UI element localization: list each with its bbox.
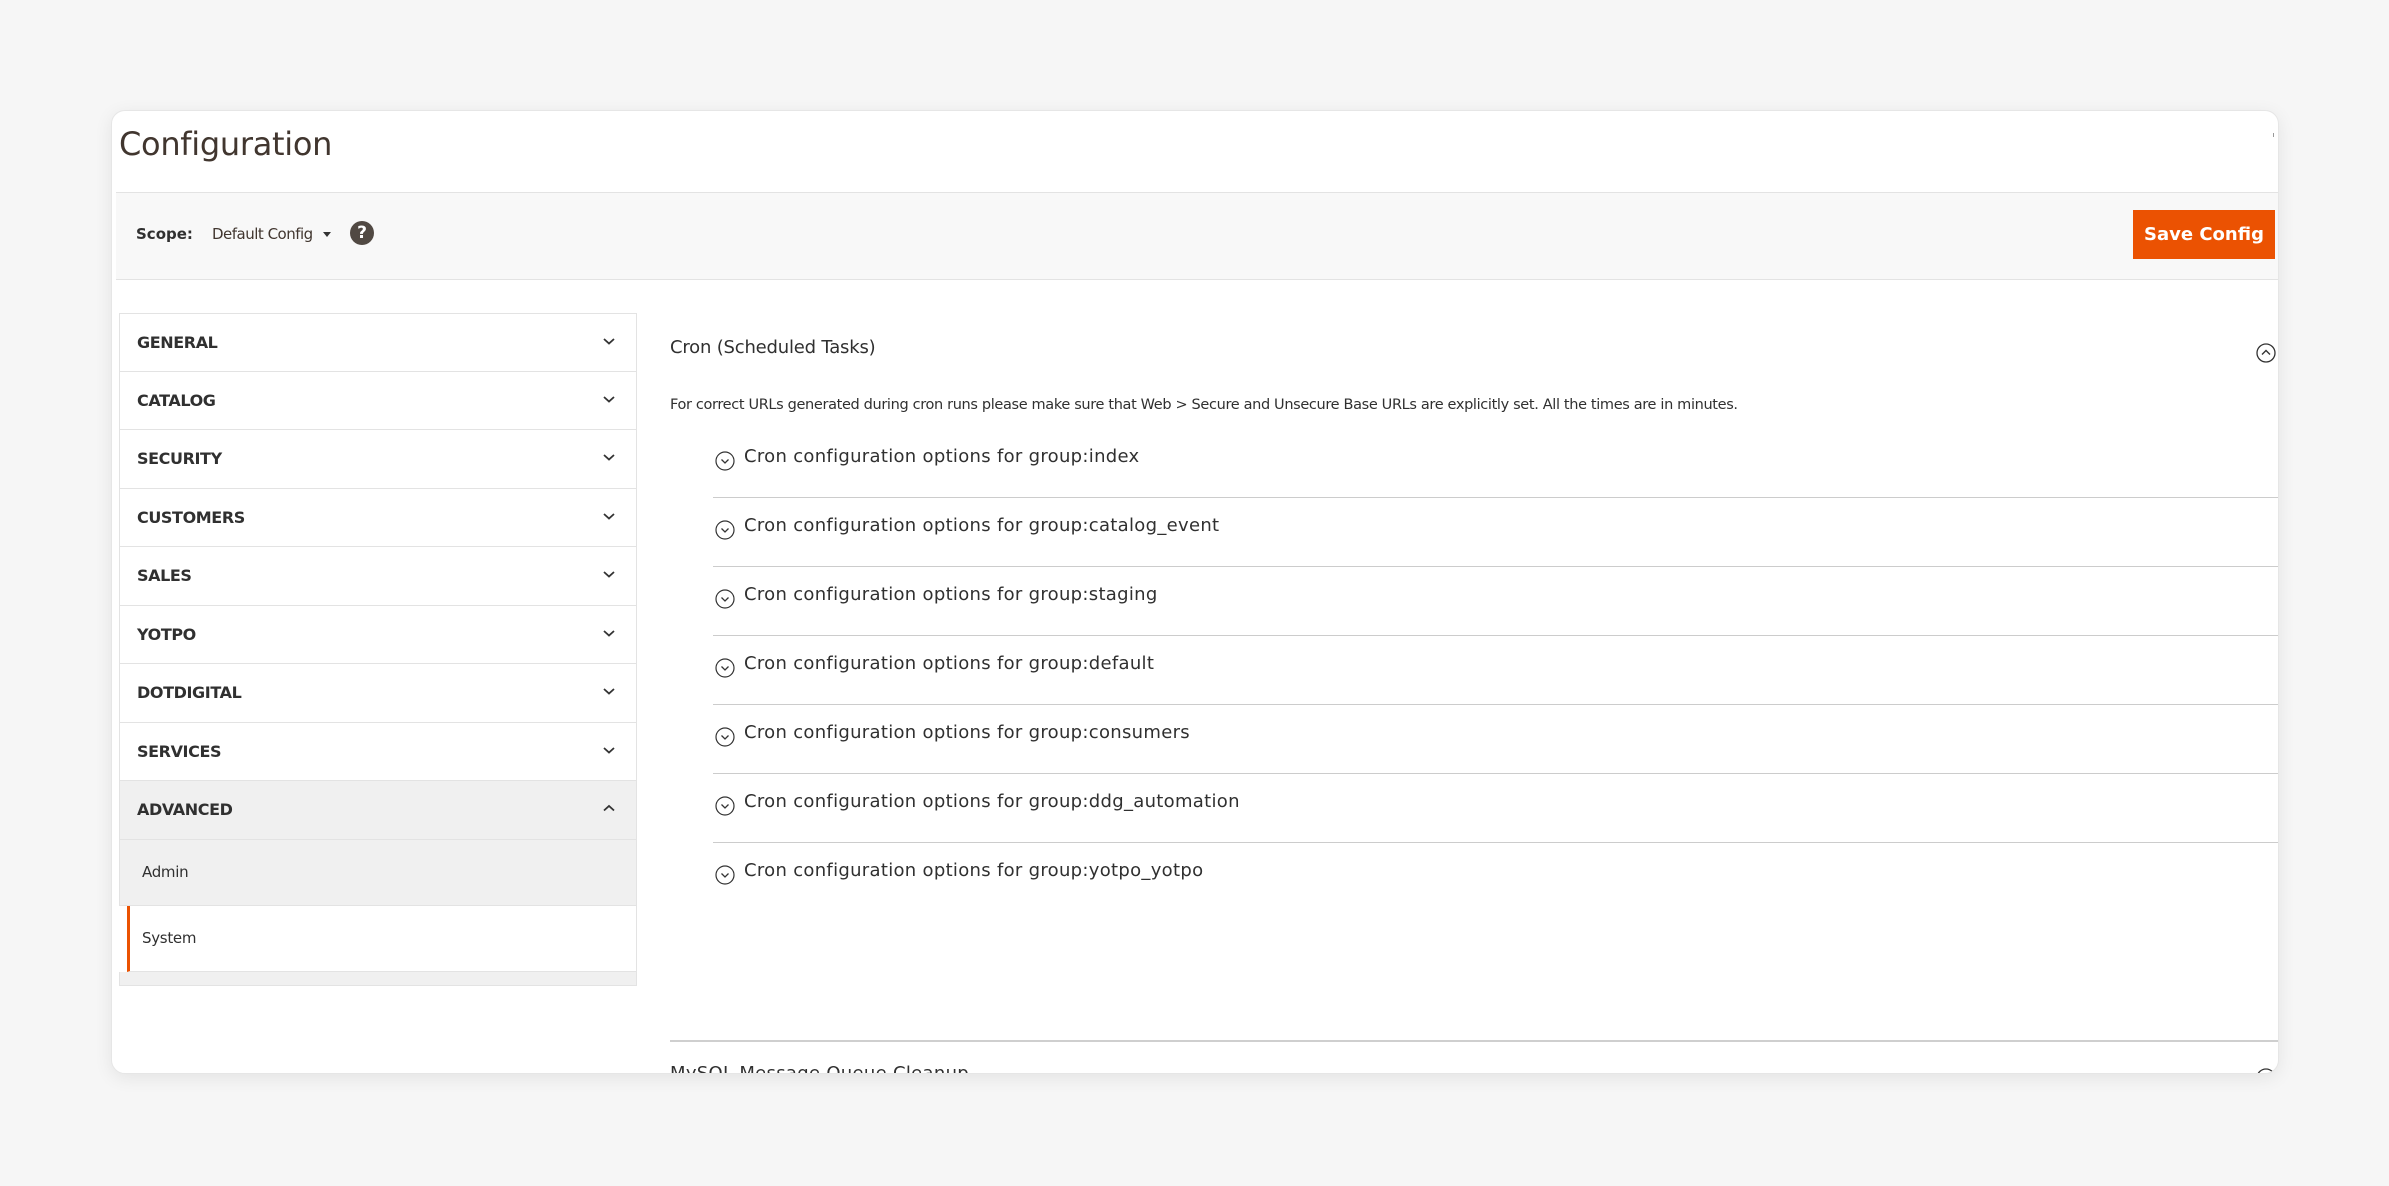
sidebar-item-customers[interactable]: CUSTOMERS	[119, 488, 637, 547]
sidebar-item-label: SECURITY	[137, 449, 222, 468]
cron-group-label: Cron configuration options for group:ind…	[744, 446, 1140, 467]
help-icon[interactable]: ?	[350, 221, 374, 245]
expand-circle-icon	[715, 796, 735, 816]
section-title: Cron (Scheduled Tasks)	[670, 337, 876, 358]
cron-group-label: Cron configuration options for group:ddg…	[744, 791, 1240, 812]
section-title: MySQL Message Queue Cleanup	[670, 1063, 970, 1074]
scope-label: Scope:	[136, 225, 193, 243]
sidebar-item-services[interactable]: SERVICES	[119, 722, 637, 781]
expand-circle-icon	[2257, 1068, 2275, 1073]
sidebar-item-label: GENERAL	[137, 333, 218, 352]
scope-bar: Scope: Default Config ? Save Config	[116, 192, 2278, 280]
caret-down-icon	[322, 232, 331, 237]
expand-circle-icon	[715, 865, 735, 885]
chevron-down-icon	[603, 688, 615, 695]
sidebar-item-security[interactable]: SECURITY	[119, 430, 637, 489]
cron-group-ddg-automation[interactable]: Cron configuration options for group:ddg…	[713, 774, 2278, 843]
sidebar-item-general[interactable]: GENERAL	[119, 313, 637, 372]
expand-circle-icon	[715, 589, 735, 609]
sidebar-item-label: SALES	[137, 566, 192, 585]
cron-group-consumers[interactable]: Cron configuration options for group:con…	[713, 705, 2278, 774]
section-cron-header[interactable]: Cron (Scheduled Tasks)	[670, 313, 2278, 383]
chevron-down-icon	[603, 454, 615, 461]
expand-circle-icon	[715, 451, 735, 471]
sidebar-subitem-label: Admin	[142, 862, 189, 881]
cron-group-yotpo-yotpo[interactable]: Cron configuration options for group:yot…	[713, 843, 2278, 911]
cron-group-staging[interactable]: Cron configuration options for group:sta…	[713, 567, 2278, 636]
sidebar-item-yotpo[interactable]: YOTPO	[119, 605, 637, 664]
sidebar-item-label: CUSTOMERS	[137, 507, 245, 527]
scope-value: Default Config	[212, 225, 313, 243]
chevron-down-icon	[603, 629, 615, 637]
sidebar-item-label: YOTPO	[137, 624, 196, 644]
cron-groups: Cron configuration options for group:ind…	[713, 429, 2278, 911]
sidebar-subitem-system[interactable]: System	[127, 905, 637, 972]
sidebar-footer	[119, 971, 637, 986]
sidebar-item-label: SERVICES	[137, 741, 222, 761]
cron-group-label: Cron configuration options for group:def…	[744, 653, 1155, 674]
chevron-down-icon	[603, 746, 615, 754]
sidebar-item-dotdigital[interactable]: DOTDIGITAL	[119, 664, 637, 723]
sidebar-item-label: CATALOG	[137, 390, 216, 410]
section-description: For correct URLs generated during cron r…	[670, 397, 1738, 413]
scope-switcher[interactable]: Default Config	[212, 225, 331, 243]
cron-group-label: Cron configuration options for group:yot…	[744, 860, 1204, 881]
sidebar-item-label: ADVANCED	[137, 800, 233, 819]
config-sidebar: GENERAL CATALOG SECURITY CUSTOMERS SALES…	[119, 313, 637, 986]
cron-group-index[interactable]: Cron configuration options for group:ind…	[713, 429, 2278, 498]
sidebar-item-sales[interactable]: SALES	[119, 547, 637, 606]
cron-group-label: Cron configuration options for group:con…	[744, 722, 1190, 743]
cron-group-label: Cron configuration options for group:sta…	[744, 584, 1158, 605]
cron-group-catalog-event[interactable]: Cron configuration options for group:cat…	[713, 498, 2278, 567]
config-main: Cron (Scheduled Tasks) For correct URLs …	[670, 313, 2278, 1073]
sidebar-subitem-label: System	[142, 928, 197, 947]
chevron-down-icon	[603, 338, 615, 345]
header-marker	[2273, 133, 2274, 137]
chevron-down-icon	[603, 571, 615, 578]
chevron-down-icon	[603, 512, 615, 520]
cron-group-label: Cron configuration options for group:cat…	[744, 515, 1220, 536]
expand-circle-icon	[715, 658, 735, 678]
configuration-card: Configuration Scope: Default Config ? Sa…	[111, 110, 2279, 1074]
page-title: Configuration	[119, 125, 333, 163]
sidebar-item-catalog[interactable]: CATALOG	[119, 371, 637, 430]
sidebar-item-label: DOTDIGITAL	[137, 683, 242, 702]
collapse-circle-icon	[2256, 343, 2276, 363]
cron-group-default[interactable]: Cron configuration options for group:def…	[713, 636, 2278, 705]
expand-circle-icon	[715, 727, 735, 747]
sidebar-item-advanced[interactable]: ADVANCED	[119, 781, 637, 840]
chevron-up-icon	[603, 804, 615, 812]
sidebar-subitem-admin[interactable]: Admin	[119, 839, 637, 906]
save-config-button[interactable]: Save Config	[2133, 210, 2275, 259]
expand-circle-icon	[715, 520, 735, 540]
chevron-down-icon	[603, 395, 615, 403]
section-mysql-queue-cleanup[interactable]: MySQL Message Queue Cleanup	[670, 1042, 2278, 1074]
